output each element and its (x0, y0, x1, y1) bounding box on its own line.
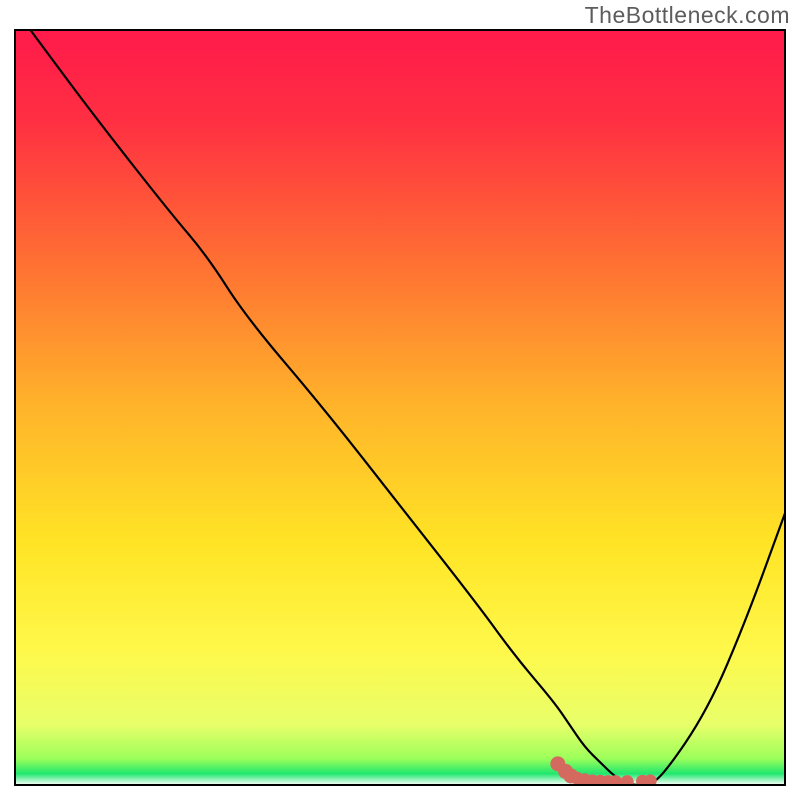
chart-svg (0, 0, 800, 800)
data-marker (621, 775, 634, 788)
watermark-text: TheBottleneck.com (585, 2, 790, 29)
data-marker (609, 775, 622, 788)
gradient-background (15, 30, 785, 785)
chart-stage: TheBottleneck.com (0, 0, 800, 800)
